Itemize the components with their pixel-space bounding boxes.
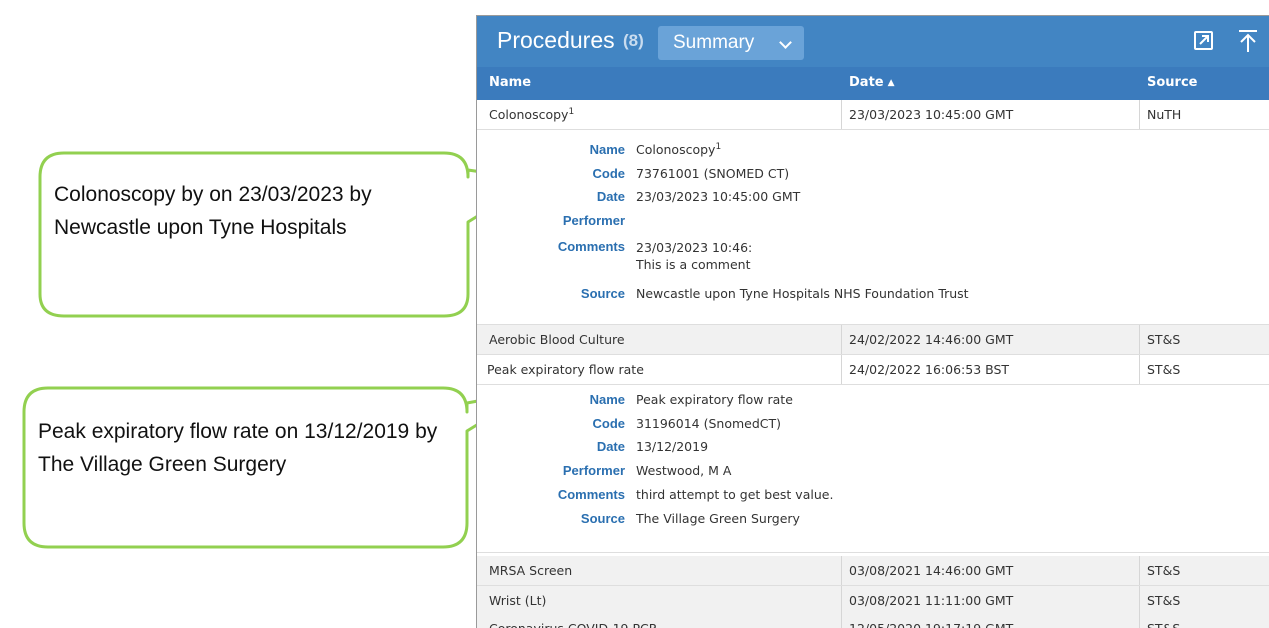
column-divider xyxy=(1139,556,1140,585)
detail-source-row: Source The Village Green Surgery xyxy=(477,509,1269,529)
column-divider xyxy=(1139,614,1140,628)
detail-performer-row: Performer xyxy=(477,211,1269,231)
detail-code-row: Code 73761001 (SNOMED CT) xyxy=(477,164,1269,184)
procedure-date: 12/05/2020 19:17:19 GMT xyxy=(849,614,1013,628)
column-divider xyxy=(841,586,842,615)
callout-text: Peak expiratory flow rate on 13/12/2019 … xyxy=(38,420,438,476)
detail-comments-row: Comments third attempt to get best value… xyxy=(477,485,1269,505)
procedure-name: Wrist (Lt) xyxy=(489,593,547,608)
detail-value: 23/03/2023 10:46: This is a comment xyxy=(636,240,753,272)
detail-value: 13/12/2019 xyxy=(636,439,709,454)
detail-source-row: Source Newcastle upon Tyne Hospitals NHS… xyxy=(477,284,1269,304)
column-header-source[interactable]: Source xyxy=(1147,74,1197,92)
detail-value: The Village Green Surgery xyxy=(636,511,800,526)
detail-code-row: Code 31196014 (SnomedCT) xyxy=(477,414,1269,434)
column-divider xyxy=(1139,355,1140,384)
detail-value: 23/03/2023 10:45:00 GMT xyxy=(636,189,801,204)
detail-label: Source xyxy=(580,286,625,301)
table-row[interactable]: Coronavirus COVID-19 PCR 12/05/2020 19:1… xyxy=(477,614,1269,628)
procedure-detail: Name Peak expiratory flow rate Code 3119… xyxy=(477,385,1269,553)
procedure-source: ST&S xyxy=(1147,362,1181,377)
detail-value: Colonoscopy1 xyxy=(636,141,722,157)
panel-title: Procedures xyxy=(497,27,615,53)
detail-date-row: Date 23/03/2023 10:45:00 GMT xyxy=(477,187,1269,207)
column-divider xyxy=(841,325,842,354)
procedure-source: NuTH xyxy=(1147,107,1182,122)
table-row[interactable]: Peak expiratory flow rate 24/02/2022 16:… xyxy=(477,355,1269,385)
detail-name-row: Name Colonoscopy1 xyxy=(477,140,1269,160)
chevron-down-icon xyxy=(779,36,792,49)
procedure-date: 23/03/2023 10:45:00 GMT xyxy=(849,107,1014,122)
procedure-name: MRSA Screen xyxy=(489,563,573,578)
column-divider xyxy=(841,100,842,129)
detail-value: Westwood, M A xyxy=(636,463,732,478)
procedure-name: Colonoscopy1 xyxy=(489,106,575,122)
detail-value: 73761001 (SNOMED CT) xyxy=(636,166,790,181)
callout-text: Colonoscopy by on 23/03/2023 by Newcastl… xyxy=(54,183,372,239)
column-divider xyxy=(1139,586,1140,615)
column-header-date[interactable]: Date ▲ xyxy=(849,74,895,92)
procedure-date: 24/02/2022 16:06:53 BST xyxy=(849,362,1010,377)
detail-label: Comments xyxy=(557,239,625,254)
column-divider xyxy=(1139,325,1140,354)
column-divider xyxy=(1139,100,1140,129)
detail-label: Name xyxy=(589,142,625,157)
detail-value: third attempt to get best value. xyxy=(636,487,834,502)
detail-label: Source xyxy=(580,511,625,526)
detail-value: 31196014 (SnomedCT) xyxy=(636,416,782,431)
view-selector-label: Summary xyxy=(673,32,755,53)
procedure-detail: Name Colonoscopy1 Code 73761001 (SNOMED … xyxy=(477,130,1269,325)
collapse-top-icon[interactable] xyxy=(1235,28,1261,54)
detail-label: Date xyxy=(596,439,625,454)
procedure-date: 24/02/2022 14:46:00 GMT xyxy=(849,332,1014,347)
procedure-name: Aerobic Blood Culture xyxy=(489,332,625,347)
sort-ascending-icon: ▲ xyxy=(887,78,895,88)
table-row[interactable]: Wrist (Lt) 03/08/2021 11:11:00 GMT ST&S xyxy=(477,586,1269,616)
procedure-source: ST&S xyxy=(1147,614,1180,628)
detail-date-row: Date 13/12/2019 xyxy=(477,437,1269,457)
table-row[interactable]: MRSA Screen 03/08/2021 14:46:00 GMT ST&S xyxy=(477,556,1269,586)
procedure-source: ST&S xyxy=(1147,563,1181,578)
procedures-panel: Procedures (8) Summary Name Date ▲ Source… xyxy=(476,15,1269,628)
column-divider xyxy=(841,614,842,628)
table-row[interactable]: Colonoscopy1 23/03/2023 10:45:00 GMT NuT… xyxy=(477,100,1269,130)
column-header-name[interactable]: Name xyxy=(489,74,531,92)
column-divider xyxy=(841,556,842,585)
procedure-count: (8) xyxy=(623,31,644,50)
popout-icon[interactable] xyxy=(1191,28,1217,54)
table-header: Name Date ▲ Source xyxy=(477,67,1269,100)
detail-label: Name xyxy=(589,392,625,407)
detail-label: Performer xyxy=(562,463,625,478)
view-selector-dropdown[interactable]: Summary xyxy=(658,26,804,60)
column-divider xyxy=(841,355,842,384)
column-header-date-label: Date xyxy=(849,75,884,90)
procedure-source: ST&S xyxy=(1147,332,1181,347)
procedure-date: 03/08/2021 14:46:00 GMT xyxy=(849,563,1014,578)
detail-name-row: Name Peak expiratory flow rate xyxy=(477,390,1269,410)
callout-colonoscopy: Colonoscopy by on 23/03/2023 by Newcastl… xyxy=(36,150,546,320)
detail-label: Code xyxy=(592,416,626,431)
table-row[interactable]: Aerobic Blood Culture 24/02/2022 14:46:0… xyxy=(477,325,1269,355)
procedure-source: ST&S xyxy=(1147,593,1181,608)
detail-comments-row: Comments 23/03/2023 10:46: This is a com… xyxy=(477,237,1269,277)
procedure-date: 03/08/2021 11:11:00 GMT xyxy=(849,593,1014,608)
detail-value: Peak expiratory flow rate xyxy=(636,392,793,407)
detail-performer-row: Performer Westwood, M A xyxy=(477,461,1269,481)
callout-peak-flow: Peak expiratory flow rate on 13/12/2019 … xyxy=(20,385,540,550)
detail-label: Date xyxy=(596,189,625,204)
detail-label: Comments xyxy=(557,487,625,502)
detail-label: Code xyxy=(592,166,626,181)
procedure-name: Coronavirus COVID-19 PCR xyxy=(489,614,657,628)
detail-label: Performer xyxy=(562,213,625,228)
procedure-name: Peak expiratory flow rate xyxy=(487,362,644,377)
detail-value: Newcastle upon Tyne Hospitals NHS Founda… xyxy=(636,286,969,301)
panel-header: Procedures (8) Summary xyxy=(477,16,1269,67)
